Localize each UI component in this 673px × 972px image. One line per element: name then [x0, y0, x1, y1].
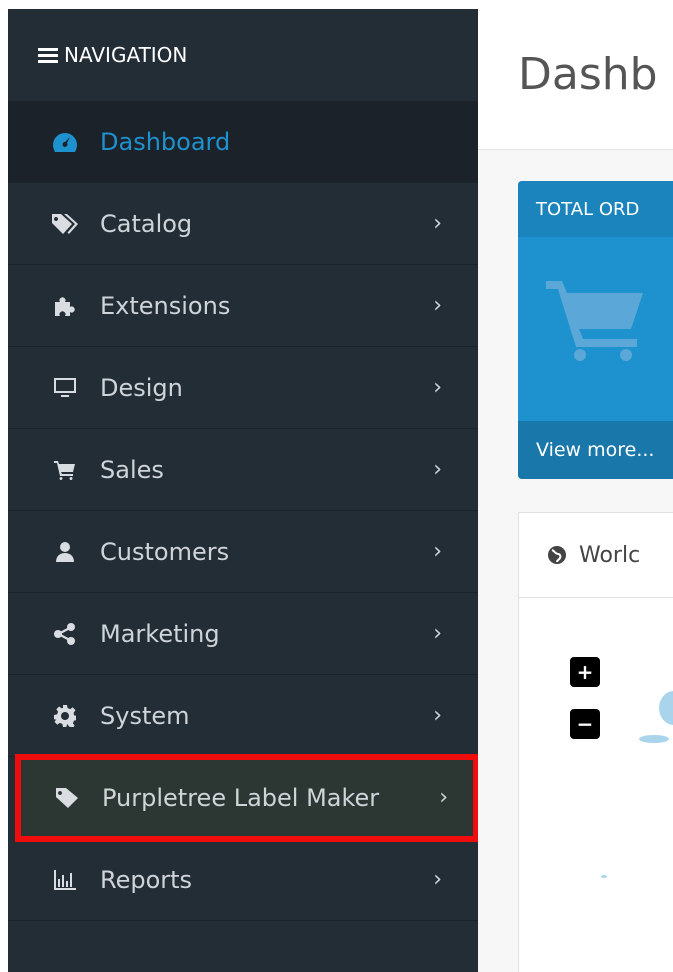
sidebar-item-label: Reports: [100, 865, 193, 894]
sidebar-item-label: Extensions: [100, 291, 231, 320]
top-margin: [0, 0, 673, 9]
main-content: Dashb TOTAL ORD View more... Worlc + −: [478, 9, 673, 972]
sidebar-item-customers[interactable]: Customers ›: [8, 511, 478, 593]
puzzle-icon: [48, 294, 82, 318]
sidebar-item-sales[interactable]: Sales ›: [8, 429, 478, 511]
zoom-out-button[interactable]: −: [570, 709, 600, 739]
monitor-icon: [48, 377, 82, 399]
view-more-link[interactable]: View more...: [518, 421, 673, 479]
sidebar-item-label: Dashboard: [100, 127, 231, 156]
page-header: Dashb: [478, 9, 673, 150]
chevron-right-icon: ›: [433, 621, 442, 646]
chevron-right-icon: ›: [439, 785, 448, 810]
bar-chart-icon: [48, 869, 82, 891]
sidebar-item-reports[interactable]: Reports ›: [8, 839, 478, 921]
panel-header: Worlc: [519, 513, 673, 598]
zoom-in-button[interactable]: +: [570, 657, 600, 687]
map-land: [601, 875, 607, 878]
sidebar-item-label: Customers: [100, 537, 230, 566]
chevron-right-icon: ›: [433, 457, 442, 482]
sidebar-item-label: Catalog: [100, 209, 193, 238]
sidebar-item-system[interactable]: System ›: [8, 675, 478, 757]
dashboard-icon: [48, 131, 82, 153]
chevron-right-icon: ›: [433, 293, 442, 318]
tag-icon: [50, 787, 84, 809]
sidebar-item-purpletree-label-maker[interactable]: Purpletree Label Maker ›: [15, 754, 479, 842]
chevron-right-icon: ›: [433, 539, 442, 564]
total-orders-tile: TOTAL ORD View more...: [518, 181, 673, 479]
sidebar-item-design[interactable]: Design ›: [8, 347, 478, 429]
sidebar-item-label: System: [100, 701, 190, 730]
chevron-right-icon: ›: [433, 703, 442, 728]
navigation-header[interactable]: NAVIGATION: [8, 9, 478, 101]
chevron-right-icon: ›: [433, 375, 442, 400]
tags-icon: [48, 213, 82, 235]
sidebar-item-catalog[interactable]: Catalog ›: [8, 183, 478, 265]
sidebar-item-label: Purpletree Label Maker: [102, 783, 380, 812]
globe-icon: [548, 546, 566, 564]
share-icon: [48, 622, 82, 645]
cart-icon: [546, 281, 643, 361]
navigation-label: NAVIGATION: [64, 43, 188, 67]
sidebar-item-dashboard[interactable]: Dashboard: [8, 101, 478, 183]
page-title: Dashb: [518, 49, 658, 100]
user-icon: [48, 541, 82, 563]
chevron-right-icon: ›: [433, 211, 442, 236]
sidebar-item-label: Marketing: [100, 619, 220, 648]
sidebar-item-label: Sales: [100, 455, 164, 484]
tile-body: [518, 237, 673, 421]
map-land: [639, 735, 669, 743]
map-land: [659, 691, 673, 725]
chevron-right-icon: ›: [433, 867, 442, 892]
tile-header: TOTAL ORD: [518, 181, 673, 237]
gear-icon: [48, 704, 82, 727]
panel-title: Worlc: [579, 542, 641, 568]
sidebar: NAVIGATION Dashboard Catalog › Extension…: [8, 9, 479, 972]
sidebar-item-extensions[interactable]: Extensions ›: [8, 265, 478, 347]
hamburger-icon: [38, 45, 58, 66]
cart-icon: [48, 460, 82, 480]
sidebar-item-marketing[interactable]: Marketing ›: [8, 593, 478, 675]
world-map-panel: Worlc + −: [518, 512, 673, 972]
sidebar-item-label: Design: [100, 373, 183, 402]
